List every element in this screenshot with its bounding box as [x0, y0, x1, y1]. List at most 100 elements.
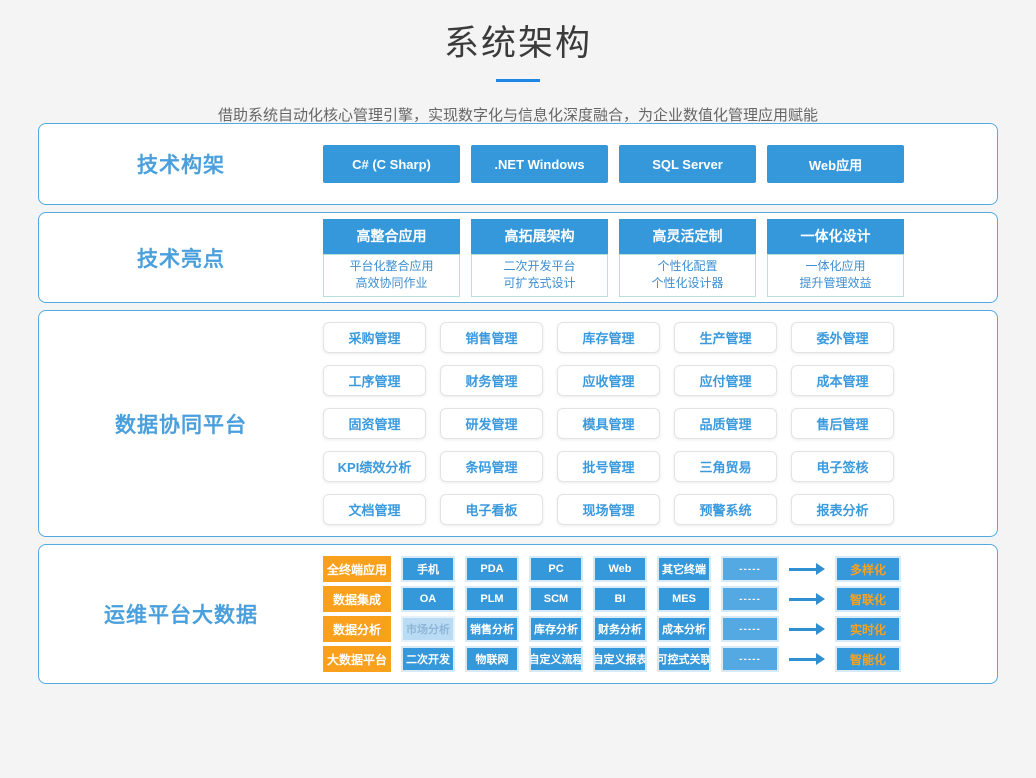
- item-chip-finance-analysis[interactable]: 财务分析: [593, 616, 647, 642]
- section-highlights: 技术亮点 高整合应用 平台化整合应用 高效协同作业 高拓展架构 二次开发平台 可…: [38, 212, 998, 303]
- module-tile-rnd[interactable]: 研发管理: [440, 408, 543, 439]
- tech-stack-content: C# (C Sharp) .NET Windows SQL Server Web…: [323, 145, 997, 183]
- item-chip-pda[interactable]: PDA: [465, 556, 519, 582]
- card-line: 个性化配置: [620, 258, 755, 275]
- card-line: 二次开发平台: [472, 258, 607, 275]
- category-chip-analysis: 数据分析: [323, 616, 391, 642]
- item-chip-secondary-dev[interactable]: 二次开发: [401, 646, 455, 672]
- platform-content: 采购管理 销售管理 库存管理 生产管理 委外管理 工序管理 财务管理 应收管理 …: [323, 322, 997, 525]
- item-chip-custom-flow[interactable]: 自定义流程: [529, 646, 583, 672]
- item-chip-custom-report[interactable]: 自定义报表: [593, 646, 647, 672]
- category-chip-bigdata-platform: 大数据平台: [323, 646, 391, 672]
- section-highlights-label: 技术亮点: [39, 243, 323, 273]
- module-tile-outsourcing[interactable]: 委外管理: [791, 322, 894, 353]
- tech-button-dotnet[interactable]: .NET Windows: [471, 145, 608, 183]
- category-chip-terminals: 全终端应用: [323, 556, 391, 582]
- tech-button-csharp[interactable]: C# (C Sharp): [323, 145, 460, 183]
- highlight-card-custom: 高灵活定制 个性化配置 个性化设计器: [619, 219, 756, 297]
- item-chip-mobile[interactable]: 手机: [401, 556, 455, 582]
- flow-arrow-icon: [789, 556, 825, 582]
- card-title: 一体化设计: [767, 219, 904, 254]
- item-chip-controlled-link[interactable]: 可控式关联: [657, 646, 711, 672]
- card-body: 二次开发平台 可扩充式设计: [471, 254, 608, 297]
- item-chip-pc[interactable]: PC: [529, 556, 583, 582]
- module-tile-purchase[interactable]: 采购管理: [323, 322, 426, 353]
- card-line: 可扩充式设计: [472, 275, 607, 292]
- module-tile-production[interactable]: 生产管理: [674, 322, 777, 353]
- section-platform: 数据协同平台 采购管理 销售管理 库存管理 生产管理 委外管理 工序管理 财务管…: [38, 310, 998, 537]
- card-body: 一体化应用 提升管理效益: [767, 254, 904, 297]
- highlight-card-extension: 高拓展架构 二次开发平台 可扩充式设计: [471, 219, 608, 297]
- module-tile-site[interactable]: 现场管理: [557, 494, 660, 525]
- section-tech-stack-label: 技术构架: [39, 149, 323, 179]
- card-title: 高灵活定制: [619, 219, 756, 254]
- module-tile-sales[interactable]: 销售管理: [440, 322, 543, 353]
- item-chip-iot[interactable]: 物联网: [465, 646, 519, 672]
- module-tile-cost[interactable]: 成本管理: [791, 365, 894, 396]
- result-chip-connected: 智联化: [835, 586, 901, 612]
- item-chip-plm[interactable]: PLM: [465, 586, 519, 612]
- module-tile-warning[interactable]: 预警系统: [674, 494, 777, 525]
- module-tile-quality[interactable]: 品质管理: [674, 408, 777, 439]
- highlight-card-integration: 高整合应用 平台化整合应用 高效协同作业: [323, 219, 460, 297]
- card-body: 平台化整合应用 高效协同作业: [323, 254, 460, 297]
- card-body: 个性化配置 个性化设计器: [619, 254, 756, 297]
- module-tile-kpi[interactable]: KPI绩效分析: [323, 451, 426, 482]
- item-chip-other-terminal[interactable]: 其它终端: [657, 556, 711, 582]
- module-tile-lot[interactable]: 批号管理: [557, 451, 660, 482]
- section-platform-label: 数据协同平台: [39, 409, 323, 439]
- module-tile-receivable[interactable]: 应收管理: [557, 365, 660, 396]
- card-title: 高整合应用: [323, 219, 460, 254]
- highlight-card-unified: 一体化设计 一体化应用 提升管理效益: [767, 219, 904, 297]
- item-chip-market-analysis[interactable]: 市场分析: [401, 616, 455, 642]
- module-tile-inventory[interactable]: 库存管理: [557, 322, 660, 353]
- item-chip-inventory-analysis[interactable]: 库存分析: [529, 616, 583, 642]
- card-line: 平台化整合应用: [324, 258, 459, 275]
- page-subtitle: 借助系统自动化核心管理引擎，实现数字化与信息化深度融合，为企业数值化管理应用赋能: [38, 108, 998, 123]
- module-tile-report[interactable]: 报表分析: [791, 494, 894, 525]
- section-bigdata: 运维平台大数据 全终端应用 手机 PDA PC Web 其它终端 ----- 多…: [38, 544, 998, 684]
- flow-arrow-icon: [789, 646, 825, 672]
- item-chip-mes[interactable]: MES: [657, 586, 711, 612]
- flow-arrow-icon: [789, 616, 825, 642]
- module-tile-finance[interactable]: 财务管理: [440, 365, 543, 396]
- more-chip: -----: [721, 586, 779, 612]
- card-line: 提升管理效益: [768, 275, 903, 292]
- section-tech-stack: 技术构架 C# (C Sharp) .NET Windows SQL Serve…: [38, 123, 998, 205]
- module-tile-trade[interactable]: 三角贸易: [674, 451, 777, 482]
- card-title: 高拓展架构: [471, 219, 608, 254]
- card-line: 高效协同作业: [324, 275, 459, 292]
- tech-button-web[interactable]: Web应用: [767, 145, 904, 183]
- category-chip-integration: 数据集成: [323, 586, 391, 612]
- title-divider: [496, 79, 540, 82]
- bigdata-grid: 全终端应用 手机 PDA PC Web 其它终端 ----- 多样化 数据集成 …: [323, 556, 997, 672]
- module-tile-docs[interactable]: 文档管理: [323, 494, 426, 525]
- result-chip-diverse: 多样化: [835, 556, 901, 582]
- module-tile-barcode[interactable]: 条码管理: [440, 451, 543, 482]
- item-chip-cost-analysis[interactable]: 成本分析: [657, 616, 711, 642]
- item-chip-scm[interactable]: SCM: [529, 586, 583, 612]
- flow-arrow-icon: [789, 586, 825, 612]
- card-line: 一体化应用: [768, 258, 903, 275]
- module-tile-process[interactable]: 工序管理: [323, 365, 426, 396]
- item-chip-sales-analysis[interactable]: 销售分析: [465, 616, 519, 642]
- item-chip-bi[interactable]: BI: [593, 586, 647, 612]
- module-tile-mold[interactable]: 模具管理: [557, 408, 660, 439]
- result-chip-realtime: 实时化: [835, 616, 901, 642]
- module-tile-assets[interactable]: 固资管理: [323, 408, 426, 439]
- bigdata-content: 全终端应用 手机 PDA PC Web 其它终端 ----- 多样化 数据集成 …: [323, 556, 997, 672]
- more-chip: -----: [721, 616, 779, 642]
- section-bigdata-label: 运维平台大数据: [39, 599, 323, 629]
- highlights-content: 高整合应用 平台化整合应用 高效协同作业 高拓展架构 二次开发平台 可扩充式设计…: [323, 219, 997, 297]
- page-title: 系统架构: [38, 22, 998, 66]
- module-tile-aftersales[interactable]: 售后管理: [791, 408, 894, 439]
- card-line: 个性化设计器: [620, 275, 755, 292]
- tech-button-sqlserver[interactable]: SQL Server: [619, 145, 756, 183]
- module-tile-kanban[interactable]: 电子看板: [440, 494, 543, 525]
- item-chip-oa[interactable]: OA: [401, 586, 455, 612]
- item-chip-web[interactable]: Web: [593, 556, 647, 582]
- module-tile-esign[interactable]: 电子签核: [791, 451, 894, 482]
- page: 系统架构 借助系统自动化核心管理引擎，实现数字化与信息化深度融合，为企业数值化管…: [0, 0, 1036, 684]
- module-tile-payable[interactable]: 应付管理: [674, 365, 777, 396]
- more-chip: -----: [721, 646, 779, 672]
